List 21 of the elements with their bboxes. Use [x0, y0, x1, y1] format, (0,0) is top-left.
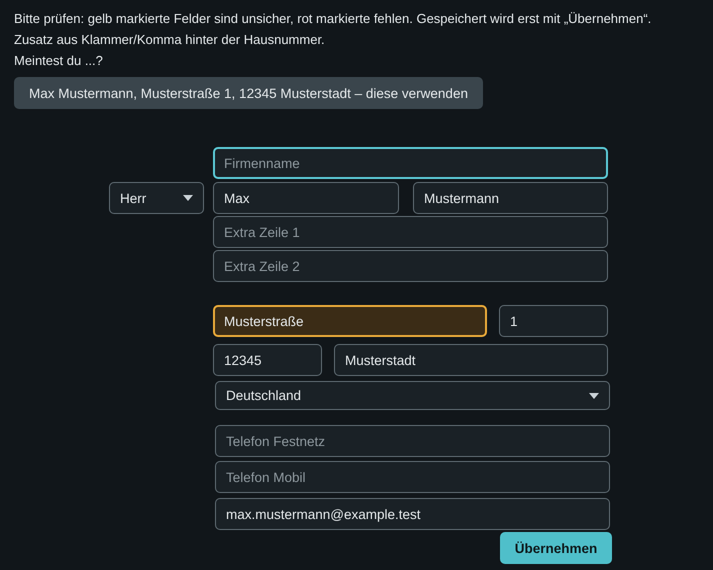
notice-text: Bitte prüfen: gelb markierte Felder sind unsicher, rot markierte fehlen. Gespeichert wird erst mit „Übernehmen“.: [14, 10, 652, 28]
submit-button[interactable]: Übernehmen: [500, 532, 612, 564]
notice-text: Meintest du ...?: [14, 52, 104, 70]
extra-line-field[interactable]: Extra Zeile 2: [213, 250, 608, 282]
salutation-dropdown[interactable]: Herr: [109, 182, 204, 214]
postal-code-field[interactable]: 12345: [213, 344, 322, 376]
last-name-field[interactable]: Mustermann: [413, 182, 608, 214]
house-number-field[interactable]: 1: [499, 305, 608, 337]
country-dropdown[interactable]: Deutschland: [215, 381, 610, 410]
suggestion-button[interactable]: Max Mustermann, Musterstraße 1, 12345 Musterstadt – diese verwenden: [14, 77, 483, 109]
landline-phone-field[interactable]: Telefon Festnetz: [215, 425, 610, 457]
mobile-phone-field[interactable]: Telefon Mobil: [215, 461, 610, 493]
email-field[interactable]: max.mustermann@example.test: [215, 498, 610, 530]
notice-text: Zusatz aus Klammer/Komma hinter der Hausnummer.: [14, 31, 326, 49]
caret-icon: [183, 195, 193, 201]
first-name-field[interactable]: Max: [213, 182, 399, 214]
street-field[interactable]: Musterstraße: [213, 305, 487, 337]
company-field[interactable]: Firmenname: [213, 147, 608, 179]
city-field[interactable]: Musterstadt: [334, 344, 608, 376]
caret-icon: [589, 392, 599, 398]
extra-line-field[interactable]: Extra Zeile 1: [213, 216, 608, 248]
